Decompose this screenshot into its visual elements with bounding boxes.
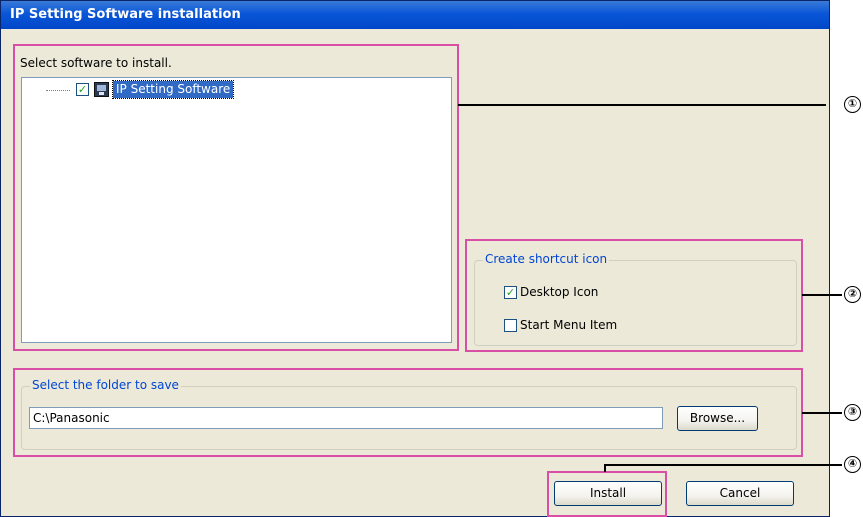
callout-marker-4: ④ (844, 456, 861, 473)
install-button[interactable]: Install (554, 481, 662, 506)
callout-line-4 (604, 464, 842, 466)
callout-line-3 (802, 412, 842, 414)
shortcut-group (474, 260, 797, 346)
tree-item-ip-setting-software[interactable]: IP Setting Software (111, 80, 235, 99)
software-icon (94, 82, 109, 97)
start-menu-label[interactable]: Start Menu Item (520, 318, 617, 332)
folder-path-input[interactable]: C:\Panasonic (29, 407, 663, 429)
callout-line-4-vertical (604, 464, 606, 472)
callout-marker-3: ③ (844, 404, 861, 421)
installer-window: IP Setting Software installation Select … (0, 0, 830, 517)
callout-line-1 (458, 104, 826, 106)
software-checkbox[interactable]: ✓ (76, 83, 89, 96)
desktop-icon-checkbox[interactable]: ✓ (504, 286, 517, 299)
start-menu-checkbox[interactable] (504, 319, 517, 332)
shortcut-group-legend: Create shortcut icon (483, 252, 610, 266)
folder-group-legend: Select the folder to save (30, 378, 181, 392)
desktop-icon-label[interactable]: Desktop Icon (520, 285, 598, 299)
browse-button[interactable]: Browse... (677, 406, 758, 431)
window-title: IP Setting Software installation (1, 1, 829, 29)
cancel-button[interactable]: Cancel (686, 481, 794, 506)
software-panel-label: Select software to install. (20, 56, 172, 70)
callout-line-2 (802, 294, 842, 296)
tree-connector (46, 90, 70, 91)
software-tree[interactable]: ✓ IP Setting Software (21, 77, 452, 343)
callout-marker-2: ② (844, 286, 861, 303)
callout-marker-1: ① (844, 96, 861, 113)
